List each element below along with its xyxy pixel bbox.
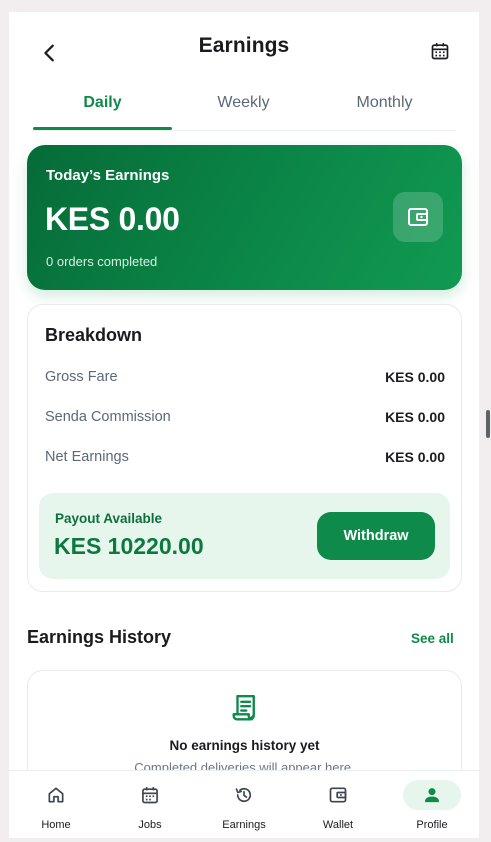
nav-label: Earnings	[222, 819, 266, 831]
person-icon	[424, 788, 440, 803]
nav-icon-container	[403, 780, 461, 810]
nav-item-home[interactable]: Home	[9, 771, 103, 838]
row-value: KES 0.00	[385, 369, 445, 385]
orders-completed-text: 0 orders completed	[46, 254, 158, 269]
tab-daily[interactable]: Daily	[32, 90, 173, 132]
nav-icon-container	[309, 780, 367, 810]
see-all-link[interactable]: See all	[411, 631, 454, 646]
history-icon	[235, 787, 252, 803]
calendar-button[interactable]	[427, 38, 453, 64]
scrollbar-thumb[interactable]	[486, 410, 490, 438]
payout-amount: KES 10220.00	[54, 533, 204, 559]
tab-monthly[interactable]: Monthly	[314, 90, 455, 132]
nav-label: Wallet	[322, 819, 354, 831]
nav-icon-container	[215, 780, 273, 810]
row-value: KES 0.00	[385, 409, 445, 425]
row-label: Net Earnings	[45, 449, 129, 465]
payout-available-box: Payout Available KES 10220.00 Withdraw	[39, 493, 450, 579]
earnings-history-title: Earnings History	[27, 627, 172, 647]
tabs-divider	[32, 130, 455, 131]
nav-label: Profile	[416, 819, 448, 831]
breakdown-row-net-earnings: Net Earnings KES 0.00	[45, 449, 445, 465]
tab-weekly[interactable]: Weekly	[173, 90, 314, 132]
withdraw-button[interactable]: Withdraw	[317, 512, 435, 560]
today-earnings-label: Today’s Earnings	[46, 167, 170, 184]
page-title: Earnings	[198, 34, 290, 57]
breakdown-title: Breakdown	[45, 325, 143, 345]
calendar-icon	[431, 43, 449, 60]
payout-label: Payout Available	[55, 511, 163, 526]
breakdown-row-gross-fare: Gross Fare KES 0.00	[45, 369, 445, 385]
nav-icon-container	[27, 780, 85, 810]
nav-item-earnings[interactable]: Earnings	[197, 771, 291, 838]
nav-item-profile[interactable]: Profile	[385, 771, 479, 838]
nav-item-jobs[interactable]: Jobs	[103, 771, 197, 838]
row-label: Senda Commission	[45, 409, 171, 425]
wallet-icon	[329, 787, 347, 803]
empty-history-title: No earnings history yet	[169, 738, 320, 753]
breakdown-row-commission: Senda Commission KES 0.00	[45, 409, 445, 425]
calendar-icon	[142, 787, 158, 804]
period-tabs: Daily Weekly Monthly	[32, 90, 455, 132]
nav-item-wallet[interactable]: Wallet	[291, 771, 385, 838]
bottom-navigation: Home Jobs Earnings Wallet Profile	[9, 770, 479, 838]
row-value: KES 0.00	[385, 449, 445, 465]
today-earnings-amount: KES 0.00	[45, 201, 180, 237]
today-earnings-card: Today’s Earnings KES 0.00 0 orders compl…	[27, 145, 462, 290]
nav-label: Jobs	[138, 819, 162, 831]
nav-icon-container	[121, 780, 179, 810]
breakdown-card: Breakdown Gross Fare KES 0.00 Senda Comm…	[27, 304, 462, 592]
nav-label: Home	[41, 819, 71, 831]
wallet-icon	[408, 208, 428, 226]
wallet-badge	[393, 192, 443, 242]
home-icon	[48, 787, 64, 803]
earnings-screen: Earnings Daily Weekly Monthly Today’s Ea…	[9, 12, 479, 838]
row-label: Gross Fare	[45, 369, 118, 385]
receipt-icon	[232, 694, 255, 721]
